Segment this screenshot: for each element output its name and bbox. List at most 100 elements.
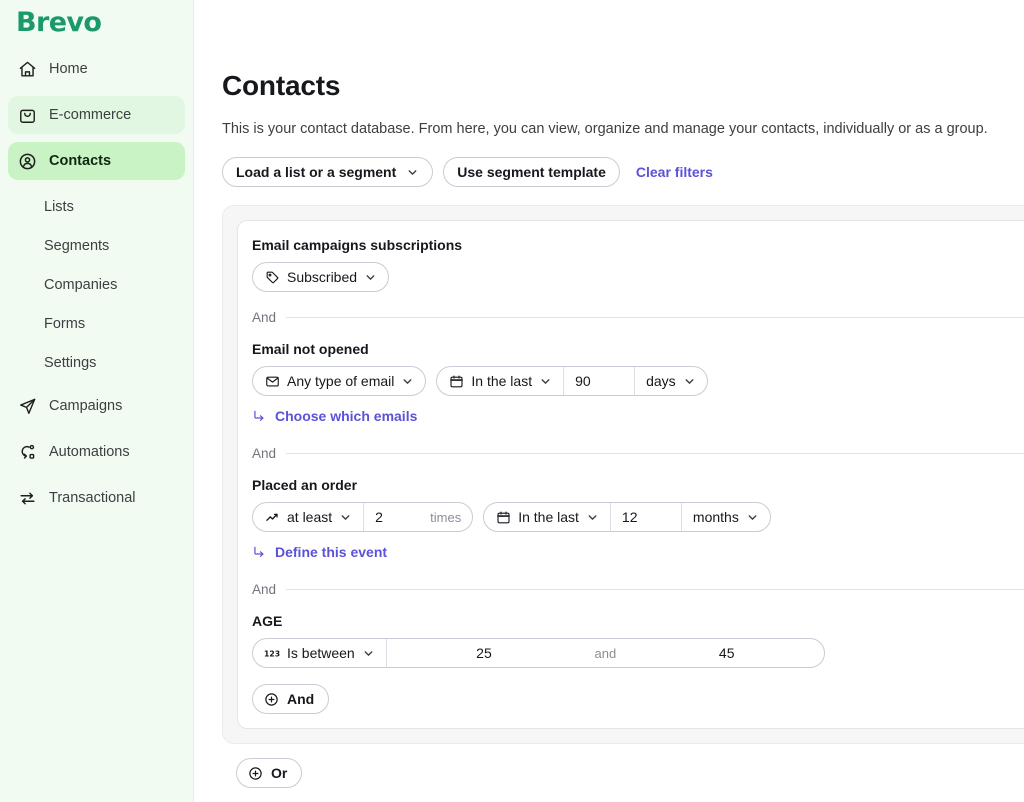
calendar-icon — [448, 373, 464, 389]
and-divider-label: And — [252, 582, 277, 597]
calendar-icon — [495, 509, 511, 525]
email-period-unit-value: days — [646, 373, 676, 389]
order-count-input[interactable] — [375, 509, 424, 525]
chevron-down-icon — [586, 511, 599, 524]
filter-rule-card: Email campaigns subscriptions Subscribed… — [237, 220, 1024, 729]
brand-logo[interactable]: Brevo — [8, 0, 185, 44]
sidebar-subitem-label: Forms — [44, 316, 86, 332]
corner-down-right-arrow-icon — [252, 409, 266, 423]
order-operator-select[interactable]: at least — [253, 503, 363, 531]
sidebar-item-forms[interactable]: Forms — [8, 305, 185, 343]
sidebar-item-home[interactable]: Home — [8, 50, 185, 88]
sidebar-subitem-label: Settings — [44, 355, 97, 371]
sidebar-subitem-label: Segments — [44, 238, 110, 254]
contact-circle-icon — [18, 152, 37, 171]
use-template-label: Use segment template — [457, 164, 606, 180]
sidebar-item-label: Automations — [49, 444, 130, 460]
rule-label: Email not opened — [252, 341, 369, 357]
automation-nodes-icon — [18, 443, 37, 462]
email-period-mode-select[interactable]: In the last — [437, 367, 563, 395]
age-min-input[interactable] — [408, 645, 559, 661]
page-title: Contacts — [222, 70, 341, 101]
sidebar-item-e-commerce[interactable]: E-commerce — [8, 96, 185, 134]
email-period-control[interactable]: In the last days — [436, 366, 708, 396]
and-divider-label: And — [252, 446, 277, 461]
use-segment-template-button[interactable]: Use segment template — [443, 157, 620, 187]
email-type-segment[interactable]: Any type of email — [253, 367, 425, 395]
plus-circle-icon — [264, 692, 279, 707]
sidebar-item-settings[interactable]: Settings — [8, 344, 185, 382]
email-type-select[interactable]: Any type of email — [252, 366, 427, 396]
trend-up-icon — [264, 509, 280, 525]
choose-which-emails-link[interactable]: Choose which emails — [252, 408, 417, 424]
sidebar-item-campaigns[interactable]: Campaigns — [8, 387, 185, 425]
define-this-event-link[interactable]: Define this event — [252, 544, 387, 560]
sidebar-subitem-label: Companies — [44, 277, 118, 293]
svg-text:123: 123 — [264, 649, 280, 658]
shopping-bag-icon — [18, 106, 37, 125]
sidebar-item-transactional[interactable]: Transactional — [8, 479, 185, 517]
order-period-value-segment[interactable] — [609, 503, 681, 531]
rule-fields: Subscribed — [252, 262, 1024, 292]
clear-filters-button[interactable]: Clear filters — [630, 164, 719, 180]
order-count-segment[interactable]: times — [363, 503, 472, 531]
order-period-control[interactable]: In the last months — [483, 502, 771, 532]
email-period-value-segment[interactable] — [563, 367, 634, 395]
add-and-condition-button[interactable]: And — [252, 684, 330, 714]
sidebar-item-label: E-commerce — [49, 107, 132, 123]
email-period-unit-select[interactable]: days — [634, 367, 707, 395]
order-period-value-input[interactable] — [621, 509, 670, 525]
chevron-down-icon — [362, 647, 375, 660]
numeric-123-icon: 123 — [264, 645, 280, 661]
chevron-down-icon — [539, 375, 552, 388]
order-period-mode-select[interactable]: In the last — [484, 503, 610, 531]
load-list-or-segment-button[interactable]: Load a list or a segment — [222, 157, 434, 187]
age-operator-value: Is between — [287, 645, 355, 661]
sidebar-item-label: Transactional — [49, 490, 136, 506]
and-divider-1: And — [252, 310, 1024, 325]
chevron-down-icon — [339, 511, 352, 524]
add-and-label: And — [287, 691, 315, 707]
subscription-status-segment[interactable]: Subscribed — [253, 263, 388, 291]
sidebar-item-label: Campaigns — [49, 398, 123, 414]
order-period-unit-value: months — [692, 509, 739, 525]
envelope-icon — [264, 373, 280, 389]
rule-fields: 123 Is between and — [252, 638, 1024, 668]
sidebar-item-lists[interactable]: Lists — [8, 188, 185, 226]
rule-fields: Any type of email In the last 90 days — [252, 366, 1024, 396]
email-period-value-input[interactable] — [575, 373, 624, 389]
order-count-control[interactable]: at least times — [252, 502, 474, 532]
rule-age: AGE 123 Is between 25 and 45 — [252, 613, 1024, 668]
sidebar-item-segments[interactable]: Segments — [8, 227, 185, 265]
add-or-label: Or — [271, 765, 288, 781]
rule-label: Email campaigns subscriptions — [252, 237, 463, 253]
tag-icon — [264, 269, 280, 285]
age-operator-select[interactable]: 123 Is between — [253, 639, 386, 667]
main-content: Contacts This is your contact database. … — [194, 0, 1024, 802]
divider-line — [286, 589, 1024, 590]
define-this-event-label: Define this event — [275, 544, 388, 560]
add-or-group-button[interactable]: Or — [236, 758, 303, 788]
divider-line — [286, 317, 1024, 318]
paper-plane-icon — [18, 397, 37, 416]
filters-toolbar: Load a list or a segment Use segment tem… — [222, 157, 1024, 187]
order-period-mode-value: In the last — [518, 509, 579, 525]
sidebar-item-companies[interactable]: Companies — [8, 266, 185, 304]
app-root: Brevo Home E-commerce Contacts Lists Seg… — [0, 0, 1024, 802]
order-operator-value: at least — [287, 509, 333, 525]
subscription-status-select[interactable]: Subscribed — [252, 262, 390, 292]
age-max-input[interactable] — [651, 645, 802, 661]
rule-label: Placed an order — [252, 477, 358, 493]
sidebar-item-contacts[interactable]: Contacts — [8, 142, 199, 180]
chevron-down-icon — [401, 375, 414, 388]
age-range-fields[interactable]: and — [385, 639, 824, 667]
plus-circle-icon — [248, 766, 263, 781]
sidebar-item-automations[interactable]: Automations — [8, 433, 185, 471]
rule-email-not-opened: Email not opened Any type of email In th… — [252, 341, 1024, 428]
rule-placed-an-order: Placed an order at least 2 times In the … — [252, 477, 1024, 564]
brand-name: Brevo — [16, 6, 102, 38]
order-period-unit-select[interactable]: months — [680, 503, 770, 531]
age-range-control[interactable]: 123 Is between and — [252, 638, 825, 668]
chevron-down-icon — [406, 166, 419, 179]
and-divider-label: And — [252, 310, 277, 325]
